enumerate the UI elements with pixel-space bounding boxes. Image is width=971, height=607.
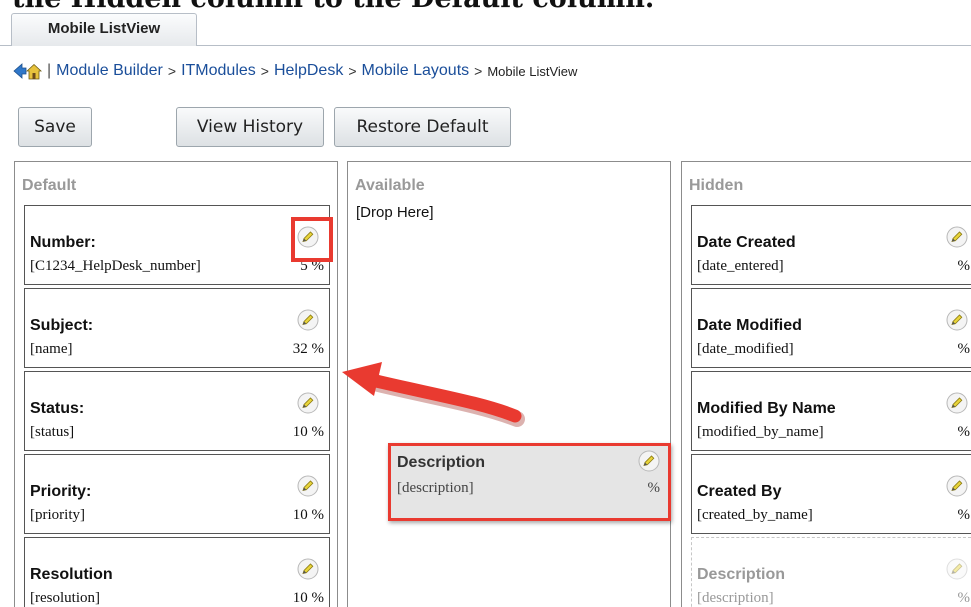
hidden-item-created-by[interactable]: Created By [created_by_name] % xyxy=(691,454,971,534)
hidden-column-title: Hidden xyxy=(689,177,744,194)
field-width: % xyxy=(957,507,971,523)
hidden-item-date-modified[interactable]: Date Modified [date_modified] % xyxy=(691,288,971,368)
field-label: Date Created xyxy=(697,234,796,251)
field-name: [priority] xyxy=(30,507,85,523)
drag-direction-arrow xyxy=(342,362,525,427)
pencil-edit-icon[interactable] xyxy=(638,450,660,472)
field-name: [date_modified] xyxy=(697,341,794,357)
breadcrumb-module-builder[interactable]: Module Builder xyxy=(56,62,163,80)
breadcrumb-mobile-layouts[interactable]: Mobile Layouts xyxy=(362,62,470,80)
field-label: Priority: xyxy=(30,483,92,500)
breadcrumb-arrow: > xyxy=(474,63,483,79)
field-name: [description] xyxy=(697,590,774,606)
field-label: Date Modified xyxy=(697,317,802,334)
field-name: [description] xyxy=(397,480,474,496)
field-width: 10 % xyxy=(292,590,324,606)
breadcrumb-arrow: > xyxy=(167,63,177,79)
breadcrumb-current: Mobile ListView xyxy=(487,63,578,79)
pencil-edit-icon[interactable] xyxy=(946,309,968,331)
field-name: [created_by_name] xyxy=(697,507,813,523)
default-item-number[interactable]: Number: [C1234_HelpDesk_number] 5 % xyxy=(24,205,330,285)
restore-default-button[interactable]: Restore Default xyxy=(334,107,511,147)
tab-mobile-listview[interactable]: Mobile ListView xyxy=(11,13,197,46)
default-item-status[interactable]: Status: [status] 10 % xyxy=(24,371,330,451)
field-label: Subject: xyxy=(30,317,94,334)
field-width: 32 % xyxy=(292,341,324,357)
field-width: % xyxy=(957,341,971,357)
breadcrumb-arrow: > xyxy=(260,63,269,79)
view-history-button[interactable]: View History xyxy=(176,107,324,147)
pencil-edit-icon[interactable] xyxy=(297,558,319,580)
tab-bar: Mobile ListView xyxy=(0,10,971,46)
default-item-resolution[interactable]: Resolution [resolution] 10 % xyxy=(24,537,330,607)
hidden-item-modified-by-name[interactable]: Modified By Name [modified_by_name] % xyxy=(691,371,971,451)
default-column: Default Number: [C1234_HelpDesk_number] … xyxy=(14,161,338,607)
breadcrumb: | Module Builder > ITModules > HelpDesk … xyxy=(12,60,577,82)
field-width: % xyxy=(647,480,661,496)
pencil-edit-icon[interactable] xyxy=(297,392,319,414)
field-width: 10 % xyxy=(292,507,324,523)
field-label: Number: xyxy=(30,234,96,251)
field-width: % xyxy=(957,258,971,274)
pencil-edit-icon[interactable] xyxy=(946,475,968,497)
field-width: % xyxy=(957,590,971,606)
field-name: [status] xyxy=(30,424,75,440)
field-width: 10 % xyxy=(292,424,324,440)
field-label: Resolution xyxy=(30,566,113,583)
drop-zone-hint: [Drop Here] xyxy=(356,204,434,221)
edit-icon-highlight-box xyxy=(291,217,333,262)
field-name: [C1234_HelpDesk_number] xyxy=(30,258,201,274)
field-label: Modified By Name xyxy=(697,400,836,417)
breadcrumb-helpdesk[interactable]: HelpDesk xyxy=(274,62,343,80)
pencil-edit-icon[interactable] xyxy=(297,309,319,331)
default-column-title: Default xyxy=(22,177,77,194)
dragged-item-description[interactable]: Description [description] % xyxy=(388,443,671,521)
breadcrumb-arrow: > xyxy=(348,63,357,79)
pencil-edit-icon[interactable] xyxy=(946,226,968,248)
hidden-item-description-placeholder: Description [description] % xyxy=(691,537,971,607)
field-name: [resolution] xyxy=(30,590,100,606)
save-button[interactable]: Save xyxy=(18,107,92,147)
field-label: Created By xyxy=(697,483,782,500)
field-label: Description xyxy=(397,454,486,471)
hidden-item-date-created[interactable]: Date Created [date_entered] % xyxy=(691,205,971,285)
breadcrumb-separator: | xyxy=(47,62,52,79)
back-home-icon[interactable] xyxy=(12,60,43,82)
available-column-title: Available xyxy=(355,177,425,194)
pencil-edit-icon[interactable] xyxy=(946,392,968,414)
field-name: [date_entered] xyxy=(697,258,784,274)
pencil-edit-icon xyxy=(946,558,968,580)
breadcrumb-itmodules[interactable]: ITModules xyxy=(181,62,256,80)
field-name: [name] xyxy=(30,341,73,357)
pencil-edit-icon[interactable] xyxy=(297,475,319,497)
field-name: [modified_by_name] xyxy=(697,424,824,440)
default-item-subject[interactable]: Subject: [name] 32 % xyxy=(24,288,330,368)
default-item-priority[interactable]: Priority: [priority] 10 % xyxy=(24,454,330,534)
hidden-column: Hidden Date Created [date_entered] % Dat… xyxy=(681,161,971,607)
field-label: Status: xyxy=(30,400,85,417)
field-width: % xyxy=(957,424,971,440)
field-label: Description xyxy=(697,566,786,583)
